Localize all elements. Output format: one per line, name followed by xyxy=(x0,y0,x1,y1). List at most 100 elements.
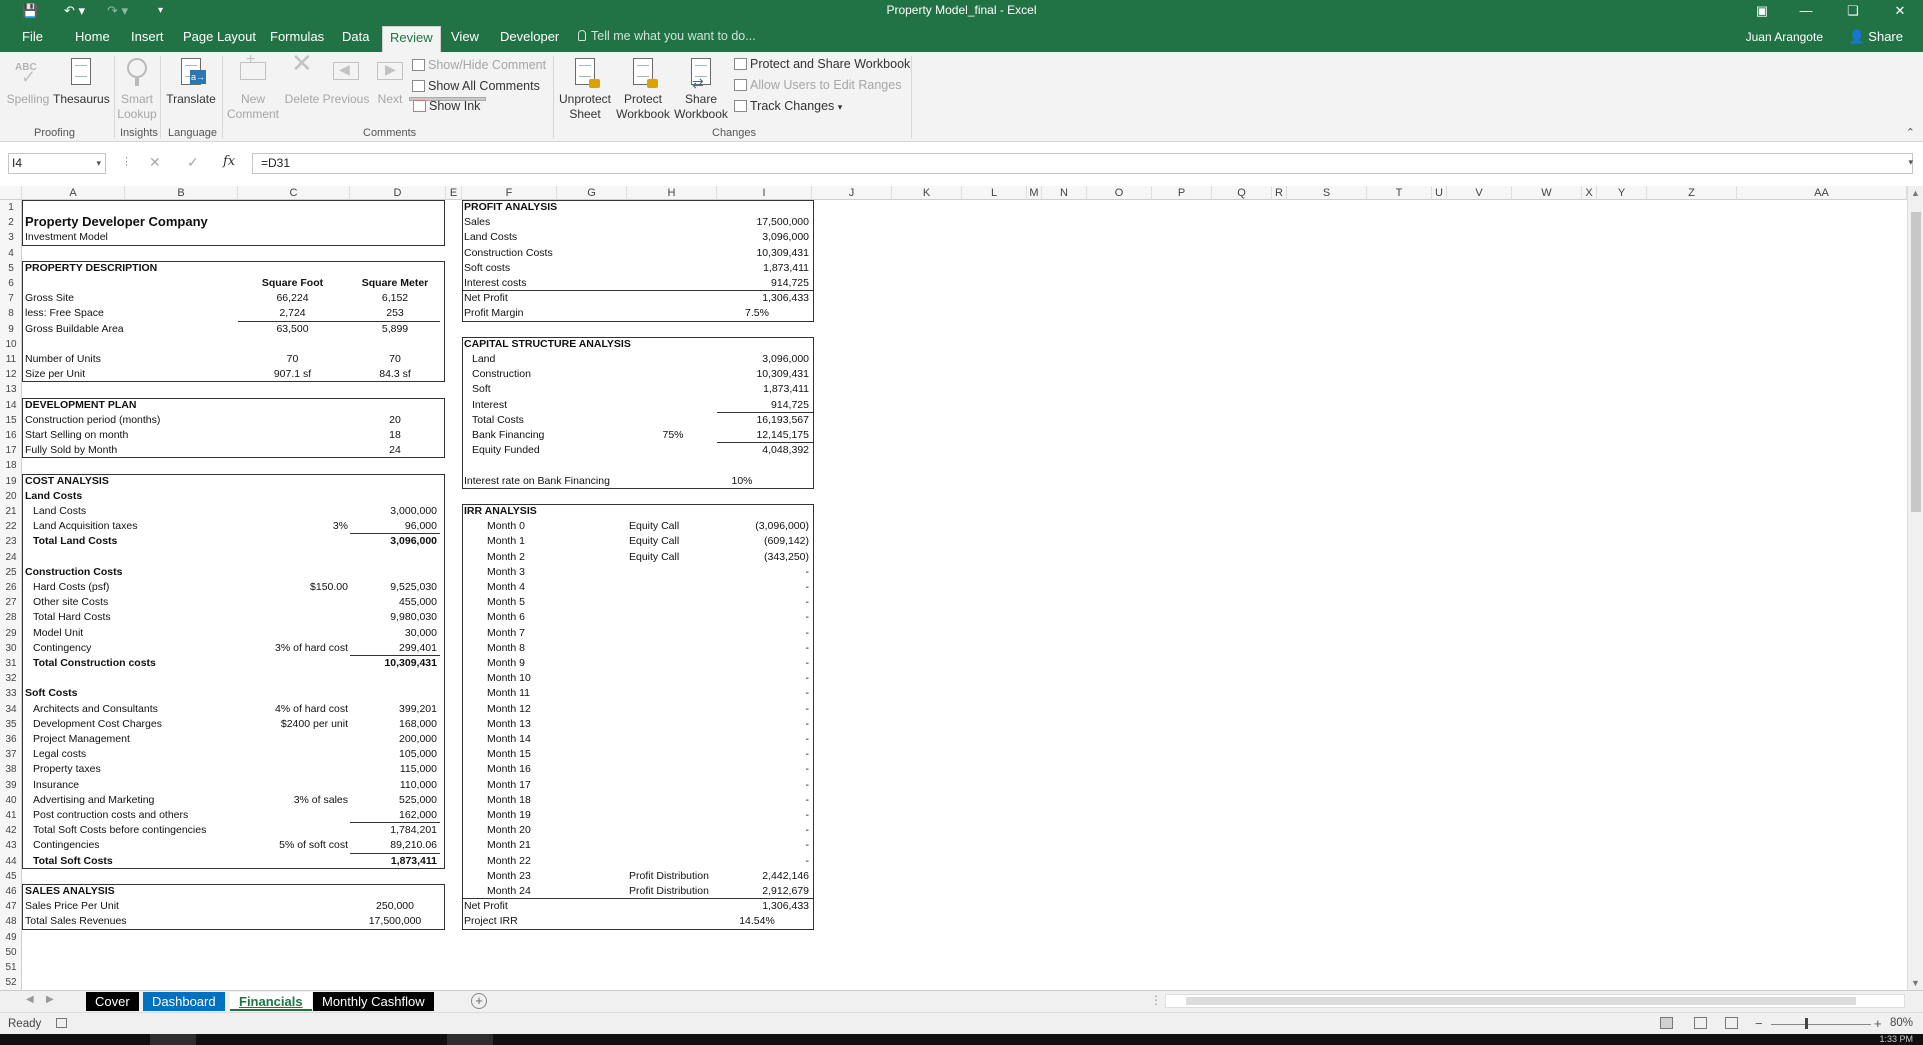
row-header[interactable]: 37 xyxy=(0,747,21,762)
value-cell[interactable]: 20 xyxy=(352,413,438,427)
value-cell[interactable]: 89,210.06 xyxy=(352,838,437,852)
restore-icon[interactable]: ❏ xyxy=(1838,1,1868,21)
value-cell[interactable]: - xyxy=(717,565,810,579)
column-header[interactable]: M xyxy=(1027,186,1042,200)
value-cell[interactable]: 3,096,000 xyxy=(717,230,809,244)
model-subtitle[interactable]: Investment Model xyxy=(25,230,108,244)
value-cell[interactable]: 1,873,411 xyxy=(717,382,809,396)
show-hide-comment-button[interactable]: Show/Hide Comment xyxy=(412,58,546,72)
row-label[interactable]: Month 13 xyxy=(487,717,531,731)
value-cell[interactable]: - xyxy=(717,610,810,624)
tab-review[interactable]: Review xyxy=(382,26,441,52)
row-label[interactable]: Interest xyxy=(472,398,507,412)
collapse-ribbon-icon[interactable]: ⌃ xyxy=(1906,126,1915,139)
row-label[interactable]: Month 9 xyxy=(487,656,525,670)
row-label[interactable]: Equity Funded xyxy=(472,443,540,457)
value-cell[interactable]: 3,000,000 xyxy=(352,504,437,518)
total-label[interactable]: Total Land Costs xyxy=(33,534,117,548)
value-cell[interactable]: 24 xyxy=(352,443,438,457)
scroll-down-icon[interactable]: ▼ xyxy=(1911,978,1920,988)
value-cell[interactable]: - xyxy=(717,595,810,609)
row-header[interactable]: 8 xyxy=(0,306,21,321)
row-label[interactable]: Total Costs xyxy=(472,413,524,427)
value-cell[interactable]: 7.5% xyxy=(717,306,797,320)
normal-view-icon[interactable] xyxy=(1660,1017,1673,1029)
value-cell[interactable]: 2,442,146 xyxy=(717,869,809,883)
row-label[interactable]: Project Management xyxy=(33,732,130,746)
column-header[interactable]: H xyxy=(627,186,717,200)
row-label[interactable]: Month 18 xyxy=(487,793,531,807)
value-cell[interactable]: 2,724 xyxy=(240,306,345,320)
param-cell[interactable]: 3% of hard cost xyxy=(238,641,348,655)
thesaurus-button[interactable]: Thesaurus xyxy=(53,56,110,107)
value-cell[interactable]: - xyxy=(717,656,810,670)
column-header[interactable]: I xyxy=(717,186,812,200)
value-cell[interactable]: - xyxy=(717,717,810,731)
value-cell[interactable]: 10,309,431 xyxy=(717,246,809,260)
row-label[interactable]: Architects and Consultants xyxy=(33,702,158,716)
total-label[interactable]: Total Construction costs xyxy=(33,656,156,670)
value-cell[interactable]: 18 xyxy=(352,428,438,442)
value-cell[interactable]: 84.3 sf xyxy=(352,367,438,381)
value-cell[interactable]: 63,500 xyxy=(240,322,345,336)
param-cell[interactable]: 75% xyxy=(628,428,718,442)
value-cell[interactable]: (343,250) xyxy=(717,550,809,564)
value-cell[interactable]: 70 xyxy=(240,352,345,366)
row-label[interactable]: Month 8 xyxy=(487,641,525,655)
column-header[interactable]: U xyxy=(1432,186,1447,200)
value-cell[interactable]: 250,000 xyxy=(352,899,438,913)
column-label[interactable]: Square Meter xyxy=(352,276,438,290)
row-label[interactable]: Land Acquisition taxes xyxy=(33,519,138,533)
row-header[interactable]: 1 xyxy=(0,200,21,215)
row-label[interactable]: less: Free Space xyxy=(25,306,104,320)
row-label[interactable]: Month 17 xyxy=(487,778,531,792)
row-header[interactable]: 19 xyxy=(0,474,21,489)
allow-users-edit-ranges-button[interactable]: Allow Users to Edit Ranges xyxy=(734,78,901,92)
column-header[interactable]: AA xyxy=(1737,186,1907,200)
tab-file[interactable]: File xyxy=(22,29,43,44)
row-label[interactable]: Net Profit xyxy=(464,291,508,305)
tab-formulas[interactable]: Formulas xyxy=(270,29,324,44)
ribbon-display-icon[interactable]: ▣ xyxy=(1747,1,1777,21)
value-cell[interactable]: - xyxy=(717,793,810,807)
column-label[interactable]: Square Foot xyxy=(240,276,345,290)
value-cell[interactable]: 914,725 xyxy=(717,398,809,412)
row-label[interactable]: Month 7 xyxy=(487,626,525,640)
value-cell[interactable]: - xyxy=(717,702,810,716)
value-cell[interactable]: - xyxy=(717,854,810,868)
param-cell[interactable] xyxy=(238,808,348,822)
param-cell[interactable] xyxy=(628,367,718,381)
row-header[interactable]: 42 xyxy=(0,823,21,838)
param-cell[interactable]: 4% of hard cost xyxy=(238,702,348,716)
column-header[interactable]: Y xyxy=(1597,186,1647,200)
row-label[interactable]: Sales Price Per Unit xyxy=(25,899,119,913)
macro-record-icon[interactable] xyxy=(56,1018,67,1028)
row-header[interactable]: 16 xyxy=(0,428,21,443)
row-label[interactable]: Month 11 xyxy=(487,686,530,700)
tell-me-box[interactable]: Tell me what you want to do... xyxy=(578,29,756,43)
row-label[interactable]: Month 4 xyxy=(487,580,525,594)
column-header[interactable]: J xyxy=(812,186,892,200)
row-label[interactable]: Start Selling on month xyxy=(25,428,128,442)
total-value[interactable]: 10,309,431 xyxy=(352,656,437,670)
param-cell[interactable]: Equity Call xyxy=(629,534,679,548)
row-header[interactable]: 21 xyxy=(0,504,21,519)
param-cell[interactable] xyxy=(238,778,348,792)
row-label[interactable]: Project IRR xyxy=(464,914,518,928)
unprotect-sheet-button[interactable]: Unprotect Sheet xyxy=(556,56,614,122)
row-label[interactable]: Post contruction costs and others xyxy=(33,808,188,822)
row-label[interactable]: Interest costs xyxy=(464,276,526,290)
param-cell[interactable] xyxy=(628,352,718,366)
column-header[interactable]: R xyxy=(1272,186,1287,200)
add-sheet-icon[interactable]: + xyxy=(471,993,487,1009)
protect-share-workbook-button[interactable]: Protect and Share Workbook xyxy=(734,57,910,71)
value-cell[interactable]: 105,000 xyxy=(352,747,437,761)
column-header[interactable]: D xyxy=(350,186,446,200)
row-header[interactable]: 14 xyxy=(0,398,21,413)
next-comment-button[interactable]: ▶ Next xyxy=(371,56,409,107)
row-label[interactable]: Land xyxy=(472,352,495,366)
show-ink-button[interactable]: Show Ink xyxy=(409,97,487,113)
row-label[interactable]: Soft xyxy=(472,382,491,396)
row-header[interactable]: 36 xyxy=(0,732,21,747)
value-cell[interactable]: 1,306,433 xyxy=(717,899,809,913)
